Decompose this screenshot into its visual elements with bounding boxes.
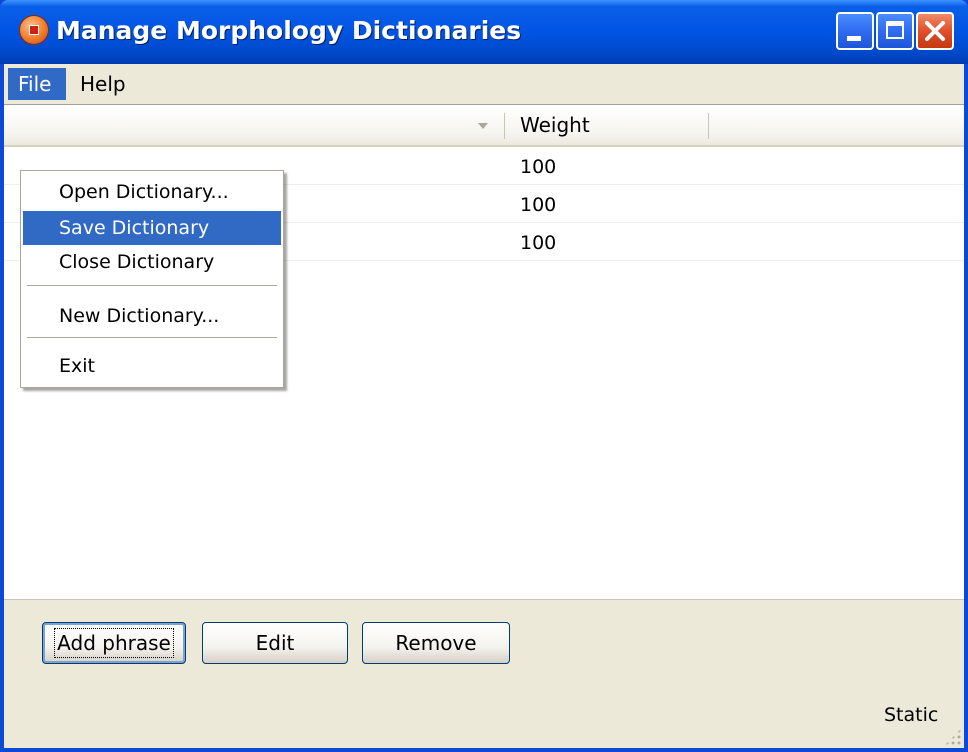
remove-button[interactable]: Remove <box>362 622 510 664</box>
edit-button[interactable]: Edit <box>202 622 348 664</box>
client-area: File Help Weight 100 100 100 Add phrase … <box>4 64 964 748</box>
window-title: Manage Morphology Dictionaries <box>56 16 522 45</box>
menu-item-exit[interactable]: Exit <box>23 349 281 383</box>
column-separator[interactable] <box>708 113 709 139</box>
menu-item-new-dictionary[interactable]: New Dictionary... <box>23 299 281 333</box>
close-button[interactable] <box>916 12 954 50</box>
column-separator[interactable] <box>504 113 505 139</box>
add-phrase-button[interactable]: Add phrase <box>42 622 186 664</box>
weight-cell: 100 <box>520 194 557 216</box>
add-phrase-label: Add phrase <box>54 628 174 658</box>
table-header: Weight <box>4 105 964 147</box>
menu-item-save-dictionary[interactable]: Save Dictionary <box>23 211 281 245</box>
menu-help[interactable]: Help <box>70 68 134 100</box>
maximize-icon <box>886 21 904 39</box>
status-text: Static <box>884 704 939 726</box>
maximize-button[interactable] <box>876 12 914 50</box>
menu-separator <box>27 337 277 338</box>
weight-cell: 100 <box>520 156 557 178</box>
close-icon <box>925 21 945 41</box>
column-header-weight[interactable]: Weight <box>520 105 590 145</box>
main-window: Manage Morphology Dictionaries File Help… <box>0 0 968 752</box>
menu-file[interactable]: File <box>8 68 66 100</box>
minimize-button[interactable] <box>836 12 874 50</box>
minimize-icon <box>847 36 861 41</box>
weight-cell: 100 <box>520 232 557 254</box>
title-bar[interactable]: Manage Morphology Dictionaries <box>0 0 968 64</box>
sort-dropdown-icon[interactable] <box>478 123 488 129</box>
resize-grip-icon[interactable] <box>944 728 962 746</box>
file-menu-dropdown: Open Dictionary... Save Dictionary Close… <box>20 170 284 388</box>
menu-item-close-dictionary[interactable]: Close Dictionary <box>23 245 281 279</box>
menu-separator <box>27 285 277 286</box>
app-icon[interactable] <box>20 16 48 44</box>
menu-item-open-dictionary[interactable]: Open Dictionary... <box>23 175 281 209</box>
menu-bar: File Help <box>4 64 964 105</box>
